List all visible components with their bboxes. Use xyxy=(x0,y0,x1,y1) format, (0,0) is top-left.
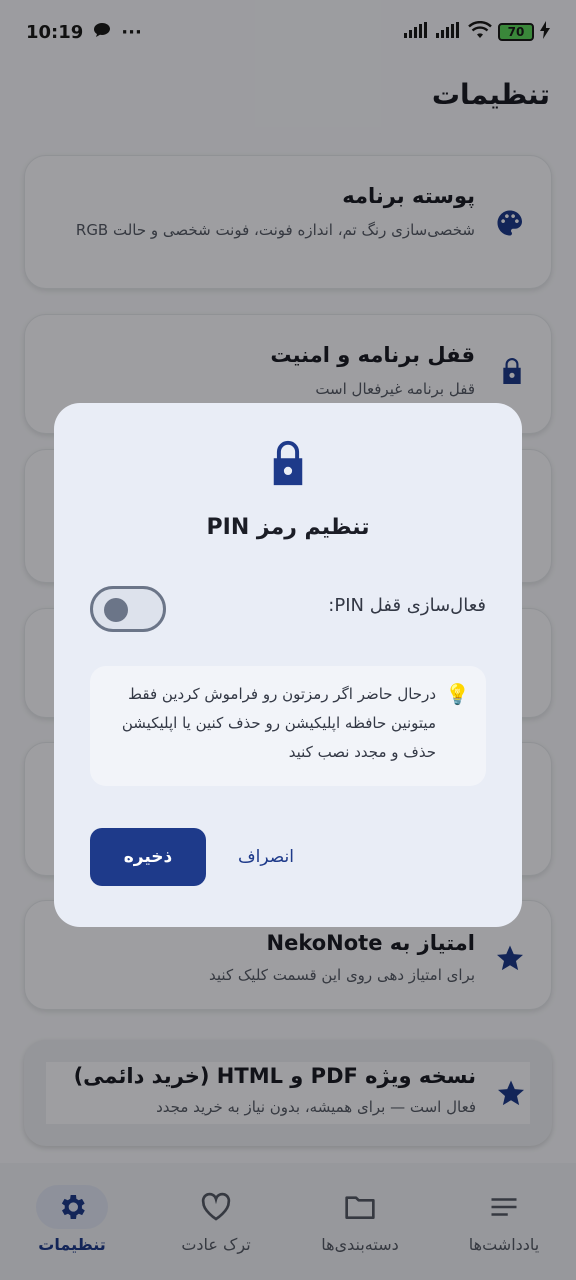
pin-toggle-label: فعال‌سازی قفل PIN: xyxy=(328,595,486,616)
cancel-button[interactable]: انصراف xyxy=(222,828,310,886)
pin-toggle[interactable] xyxy=(90,586,166,632)
info-box: 💡 درحال حاضر اگر رمزتون رو فراموش کردین … xyxy=(90,666,486,786)
lightbulb-icon: 💡 xyxy=(445,682,470,706)
dialog-title: تنظیم رمز PIN xyxy=(206,515,370,540)
info-text: درحال حاضر اگر رمزتون رو فراموش کردین فق… xyxy=(121,685,436,761)
pin-dialog: تنظیم رمز PIN فعال‌سازی قفل PIN: 💡 درحال… xyxy=(54,403,522,927)
toggle-knob xyxy=(104,598,128,622)
lock-icon xyxy=(269,439,307,491)
save-button[interactable]: ذخیره xyxy=(90,828,206,886)
